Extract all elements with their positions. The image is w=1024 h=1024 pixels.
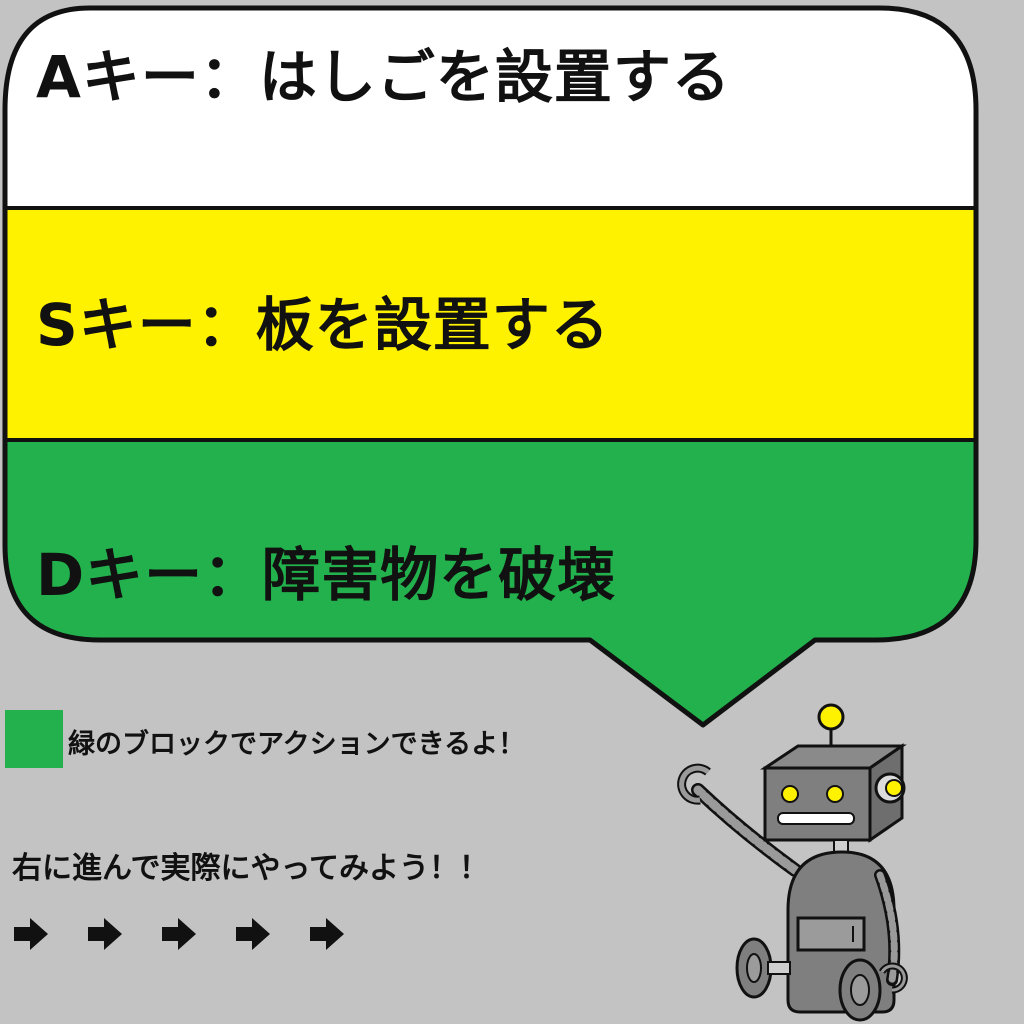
robot-chest-panel — [796, 916, 866, 952]
a-key-instruction: Aキー：はしごを設置する — [36, 43, 731, 111]
d-key-instruction: Dキー：障害物を破壊 — [36, 541, 617, 609]
right-arrow-icon — [308, 916, 346, 952]
right-arrow-icon — [160, 916, 198, 952]
right-arrow-icon — [86, 916, 124, 952]
green-block-swatch — [5, 710, 63, 768]
robot-right-eye — [826, 785, 844, 803]
s-key-instruction: Sキー：板を設置する — [36, 291, 610, 359]
game-screen: Aキー：はしごを設置する Sキー：板を設置する Dキー：障害物を破壊 緑のブロッ… — [0, 0, 1024, 1024]
right-arrow-icon — [12, 916, 50, 952]
robot-antenna-bulb — [817, 703, 845, 731]
robot-head-front — [763, 766, 872, 842]
robot-left-eye — [781, 785, 799, 803]
right-arrow-icon — [234, 916, 272, 952]
legend-text: 緑のブロックでアクションできるよ！ — [68, 729, 526, 760]
arrow-row — [12, 916, 372, 952]
robot-mouth — [777, 812, 855, 825]
robot-mascot-icon — [677, 703, 908, 1022]
move-right-prompt: 右に進んで実際にやってみよう！！ — [12, 851, 489, 886]
